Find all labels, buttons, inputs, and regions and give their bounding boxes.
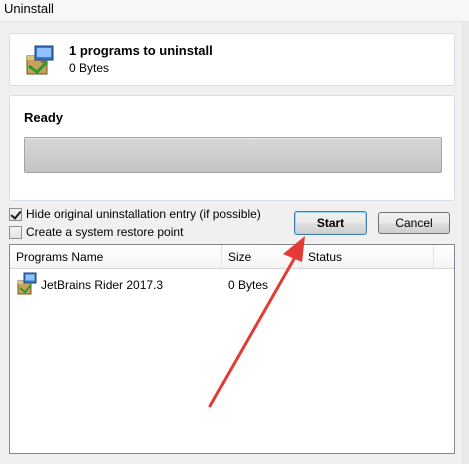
hide-entry-checkbox[interactable] (9, 207, 22, 221)
status-panel: Ready (9, 95, 455, 201)
title-bar: Uninstall (0, 0, 469, 22)
window-title: Uninstall (4, 1, 54, 16)
start-button[interactable]: Start (294, 211, 367, 235)
hide-entry-option[interactable]: Hide original uninstallation entry (if p… (9, 206, 261, 222)
status-label: Ready (24, 110, 64, 125)
total-size: 0 Bytes (69, 61, 110, 75)
column-header-size[interactable]: Size (222, 245, 302, 269)
program-size: 0 Bytes (228, 278, 269, 292)
restore-point-checkbox[interactable] (9, 225, 22, 239)
column-header-name[interactable]: Programs Name (10, 245, 222, 269)
installer-package-icon (26, 45, 54, 75)
progress-bar (24, 137, 442, 173)
summary-panel: 1 programs to uninstall 0 Bytes (9, 33, 455, 86)
window-edge (462, 22, 469, 464)
programs-count: 1 programs to uninstall (69, 43, 213, 58)
program-name: JetBrains Rider 2017.3 (41, 278, 164, 292)
list-header: Programs Name Size Status (10, 245, 454, 269)
cancel-button[interactable]: Cancel (378, 212, 450, 234)
restore-point-option[interactable]: Create a system restore point (9, 224, 183, 240)
column-header-status[interactable]: Status (302, 245, 434, 269)
hide-entry-label: Hide original uninstallation entry (if p… (26, 207, 261, 221)
list-item[interactable]: JetBrains Rider 2017.3 0 Bytes (10, 272, 454, 298)
programs-list[interactable]: Programs Name Size Status JetBrains Ride… (9, 244, 455, 454)
restore-point-label: Create a system restore point (26, 225, 184, 239)
installer-package-icon (17, 272, 37, 295)
